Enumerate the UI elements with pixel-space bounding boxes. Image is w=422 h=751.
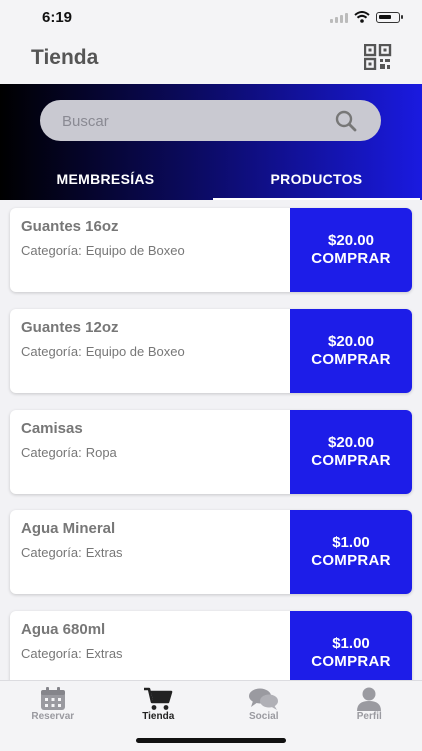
category-value: Equipo de Boxeo (86, 344, 185, 359)
buy-label: COMPRAR (311, 653, 391, 671)
product-price: $20.00 (328, 434, 374, 452)
category-prefix: Categoría: (21, 646, 82, 661)
calendar-icon (39, 687, 67, 711)
product-category: Categoría: Extras (21, 545, 123, 560)
category-value: Equipo de Boxeo (86, 243, 185, 258)
qr-code-icon[interactable] (364, 44, 392, 70)
status-bar: 6:19 (0, 0, 422, 38)
product-category: Categoría: Extras (21, 646, 123, 661)
tab-bar-label: Social (211, 711, 317, 722)
tab-bar-label: Reservar (0, 711, 106, 722)
category-value: Ropa (86, 445, 117, 460)
tab-bar-item-reservar[interactable]: Reservar (0, 681, 106, 751)
user-icon (356, 687, 382, 711)
category-prefix: Categoría: (21, 243, 82, 258)
product-card: Agua Mineral Categoría: Extras $1.00 COMP… (10, 510, 412, 594)
category-value: Extras (86, 545, 123, 560)
buy-label: COMPRAR (311, 250, 391, 268)
product-name: Agua 680ml (21, 621, 105, 638)
buy-button[interactable]: $1.00 COMPRAR (290, 510, 412, 594)
tab-membresias[interactable]: MEMBRESÍAS (0, 156, 211, 200)
buy-button[interactable]: $20.00 COMPRAR (290, 208, 412, 292)
buy-label: COMPRAR (311, 351, 391, 369)
product-category: Categoría: Equipo de Boxeo (21, 243, 185, 258)
product-price: $1.00 (332, 635, 370, 653)
product-category: Categoría: Equipo de Boxeo (21, 344, 185, 359)
buy-button[interactable]: $1.00 COMPRAR (290, 611, 412, 680)
buy-label: COMPRAR (311, 452, 391, 470)
tab-bar-item-perfil[interactable]: Perfil (317, 681, 422, 751)
category-prefix: Categoría: (21, 545, 82, 560)
product-card: Guantes 16oz Categoría: Equipo de Boxeo $… (10, 208, 412, 292)
tab-productos[interactable]: PRODUCTOS (211, 156, 422, 200)
battery-icon (376, 12, 400, 23)
product-name: Agua Mineral (21, 520, 115, 537)
product-name: Guantes 12oz (21, 319, 119, 336)
status-icons (330, 11, 400, 23)
product-list[interactable]: Guantes 16oz Categoría: Equipo de Boxeo $… (0, 200, 422, 680)
product-category: Categoría: Ropa (21, 445, 117, 460)
chat-icon (248, 687, 280, 711)
tab-bar-label: Tienda (106, 711, 212, 722)
category-prefix: Categoría: (21, 445, 82, 460)
buy-button[interactable]: $20.00 COMPRAR (290, 410, 412, 494)
product-name: Guantes 16oz (21, 218, 119, 235)
product-card: Camisas Categoría: Ropa $20.00 COMPRAR (10, 410, 412, 494)
page-title: Tienda (31, 46, 98, 70)
signal-icon (330, 11, 348, 23)
product-name: Camisas (21, 420, 83, 437)
tab-bar-label: Perfil (317, 711, 422, 722)
product-card: Agua 680ml Categoría: Extras $1.00 COMPRA… (10, 611, 412, 680)
product-card: Guantes 12oz Categoría: Equipo de Boxeo $… (10, 309, 412, 393)
category-prefix: Categoría: (21, 344, 82, 359)
wifi-icon (354, 11, 370, 23)
store-hero: MEMBRESÍAS PRODUCTOS (0, 84, 422, 200)
home-indicator (136, 738, 286, 743)
search-input[interactable] (60, 100, 334, 143)
cart-icon (143, 687, 173, 711)
app-header: Tienda (0, 38, 422, 84)
status-time: 6:19 (42, 9, 72, 26)
store-tabs: MEMBRESÍAS PRODUCTOS (0, 156, 422, 200)
buy-label: COMPRAR (311, 552, 391, 570)
search-bar (40, 100, 381, 141)
product-price: $1.00 (332, 534, 370, 552)
category-value: Extras (86, 646, 123, 661)
buy-button[interactable]: $20.00 COMPRAR (290, 309, 412, 393)
search-icon[interactable] (335, 110, 357, 132)
product-price: $20.00 (328, 232, 374, 250)
product-price: $20.00 (328, 333, 374, 351)
